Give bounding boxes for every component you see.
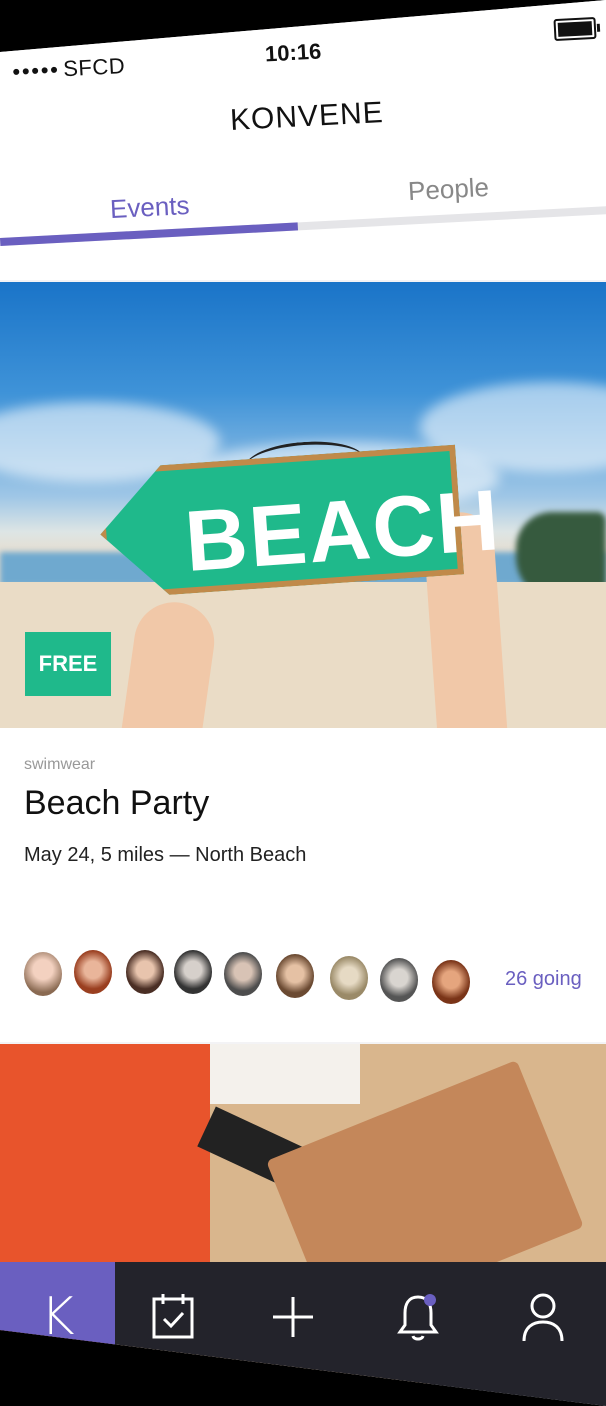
phone-screen: ●●●●● SFCD 10:16 KONVENE Events People BE… (0, 0, 606, 1406)
free-badge: FREE (25, 632, 111, 696)
carrier: ●●●●● SFCD (11, 53, 126, 85)
event-image[interactable]: BEACH FREE (0, 282, 606, 728)
avatar[interactable] (330, 956, 368, 1000)
nav-create[interactable] (235, 1262, 350, 1372)
event-date-location: May 24, 5 miles — North Beach (24, 844, 307, 866)
avatar[interactable] (24, 952, 62, 996)
avatar[interactable] (380, 958, 418, 1002)
status-time: 10:16 (264, 38, 322, 67)
konvene-logo: K (40, 1287, 75, 1347)
plus-icon (272, 1297, 313, 1337)
avatar[interactable] (126, 950, 164, 994)
avatar[interactable] (224, 952, 262, 996)
event-title[interactable]: Beach Party (24, 784, 209, 823)
carrier-label: SFCD (62, 53, 126, 82)
status-bar: ●●●●● SFCD 10:16 (0, 0, 606, 90)
avatar[interactable] (432, 960, 470, 1004)
nav-calendar[interactable] (115, 1262, 230, 1372)
avatar[interactable] (276, 954, 314, 998)
tab-people[interactable]: People (407, 172, 489, 207)
tab-events[interactable]: Events (109, 190, 190, 225)
nav-home-logo[interactable]: K (0, 1262, 115, 1372)
nav-notifications[interactable] (360, 1262, 475, 1372)
event-category: swimwear (24, 756, 96, 773)
avatar[interactable] (174, 950, 212, 994)
nav-profile[interactable] (485, 1262, 600, 1372)
avatar[interactable] (74, 950, 112, 994)
attendee-avatars[interactable] (24, 946, 584, 1004)
bell-icon (396, 1294, 439, 1341)
signal-icon: ●●●●● (11, 60, 60, 79)
event-card[interactable]: BEACH FREE swimwear Beach Party May 24, … (0, 282, 606, 1042)
calendar-check-icon (152, 1294, 193, 1339)
user-icon (522, 1293, 563, 1342)
battery-icon (553, 16, 601, 42)
event-details: swimwear Beach Party May 24, 5 miles — N… (0, 728, 606, 1042)
going-count[interactable]: 26 going (505, 968, 582, 991)
bottom-nav: K (0, 1262, 606, 1406)
